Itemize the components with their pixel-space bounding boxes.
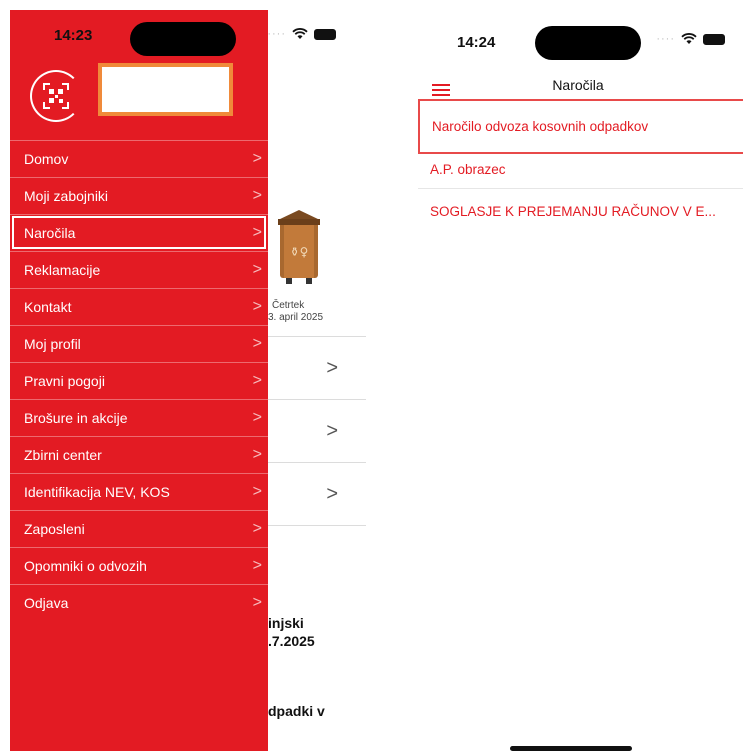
waste-bin-icon: ⚱♀ bbox=[278, 210, 320, 284]
side-drawer: 14:23 Domov > Moji zabojniki > Naročila > Rekl… bbox=[10, 10, 268, 751]
list-item-ap-obrazec[interactable]: A.P. obrazec bbox=[418, 151, 743, 189]
chevron-right-icon: > bbox=[252, 446, 262, 463]
list-item-soglasje[interactable]: SOGLASJE K PREJEMANJU RAČUNOV V E... bbox=[418, 193, 743, 231]
chevron-right-icon: > bbox=[252, 557, 262, 574]
bg-list-row[interactable]: > bbox=[268, 462, 366, 526]
menu-item-brosure[interactable]: Brošure in akcije > bbox=[10, 399, 268, 436]
chevron-right-icon: > bbox=[252, 520, 262, 537]
drawer-menu: Domov > Moji zabojniki > Naročila > Reklamacij… bbox=[10, 140, 268, 621]
menu-item-label: Zaposleni bbox=[24, 521, 85, 537]
chevron-right-icon: > bbox=[252, 372, 262, 389]
status-time: 14:23 bbox=[54, 27, 93, 44]
menu-item-zbirni-center[interactable]: Zbirni center > bbox=[10, 436, 268, 473]
chevron-right-icon: > bbox=[252, 298, 262, 315]
chevron-right-icon: > bbox=[326, 483, 338, 505]
bg-list-row[interactable]: > bbox=[268, 336, 366, 400]
wifi-icon bbox=[681, 33, 697, 44]
menu-item-label: Moji zabojniki bbox=[24, 188, 109, 204]
menu-item-opomniki[interactable]: Opomniki o odvozih > bbox=[10, 547, 268, 584]
chevron-right-icon: > bbox=[252, 261, 262, 278]
menu-item-reklamacije[interactable]: Reklamacije > bbox=[10, 251, 268, 288]
menu-item-label: Opomniki o odvozih bbox=[24, 558, 147, 574]
menu-item-label: Moj profil bbox=[24, 336, 81, 352]
dynamic-island bbox=[535, 26, 641, 60]
menu-item-label: Identifikacija NEV, KOS bbox=[24, 484, 170, 500]
status-icons: ···· bbox=[267, 28, 336, 40]
bg-heading-1: injski .7.2025 bbox=[268, 614, 315, 650]
chevron-right-icon: > bbox=[252, 224, 262, 241]
menu-item-label: Pravni pogoji bbox=[24, 373, 105, 389]
menu-item-label: Reklamacije bbox=[24, 262, 101, 278]
user-header-box bbox=[98, 63, 233, 116]
battery-icon bbox=[314, 28, 336, 40]
signal-icon: ···· bbox=[267, 28, 286, 40]
left-screen: ···· ⚱♀ Četrtek 3. april 2025 > > > injs… bbox=[10, 10, 366, 751]
menu-item-label: Brošure in akcije bbox=[24, 410, 128, 426]
chevron-right-icon: > bbox=[252, 594, 262, 611]
chevron-right-icon: > bbox=[326, 357, 338, 379]
menu-item-label: Domov bbox=[24, 151, 69, 167]
page-title: Naročila bbox=[552, 77, 604, 93]
list-item-narocilo-odvoza[interactable]: Naročilo odvoza kosovnih odpadkov bbox=[418, 99, 743, 154]
menu-item-pravni-pogoji[interactable]: Pravni pogoji > bbox=[10, 362, 268, 399]
menu-item-kontakt[interactable]: Kontakt > bbox=[10, 288, 268, 325]
bg-heading-1-line2: .7.2025 bbox=[268, 633, 315, 649]
menu-item-odjava[interactable]: Odjava > bbox=[10, 584, 268, 621]
chevron-right-icon: > bbox=[252, 483, 262, 500]
wifi-icon bbox=[292, 28, 308, 39]
signal-icon: ···· bbox=[656, 33, 675, 45]
status-icons: ···· bbox=[656, 33, 725, 45]
chevron-right-icon: > bbox=[252, 409, 262, 426]
divider bbox=[268, 525, 366, 526]
right-screen: 14:24 ···· Naročila Naročilo odvoza koso… bbox=[413, 10, 743, 751]
bin-date: 3. april 2025 bbox=[268, 312, 324, 323]
chevron-right-icon: > bbox=[252, 187, 262, 204]
menu-item-narocila[interactable]: Naročila > bbox=[10, 214, 268, 251]
chevron-right-icon: > bbox=[326, 420, 338, 442]
chevron-right-icon: > bbox=[252, 150, 262, 167]
bin-date-caption: Četrtek 3. april 2025 bbox=[268, 300, 323, 324]
status-time: 14:24 bbox=[457, 34, 496, 51]
menu-item-label: Zbirni center bbox=[24, 447, 102, 463]
menu-item-zaposleni[interactable]: Zaposleni > bbox=[10, 510, 268, 547]
home-indicator bbox=[510, 746, 632, 751]
menu-item-identifikacija[interactable]: Identifikacija NEV, KOS > bbox=[10, 473, 268, 510]
svg-text:⚱♀: ⚱♀ bbox=[290, 245, 309, 259]
bg-list-row[interactable]: > bbox=[268, 399, 366, 463]
menu-item-label: Odjava bbox=[24, 595, 69, 611]
menu-item-domov[interactable]: Domov > bbox=[10, 140, 268, 177]
bg-heading-1-line1: injski bbox=[268, 615, 304, 631]
menu-item-moj-profil[interactable]: Moj profil > bbox=[10, 325, 268, 362]
menu-item-moji-zabojniki[interactable]: Moji zabojniki > bbox=[10, 177, 268, 214]
qr-scan-logo-icon[interactable] bbox=[30, 70, 82, 122]
menu-item-label: Kontakt bbox=[24, 299, 72, 315]
battery-icon bbox=[703, 33, 725, 45]
bin-day: Četrtek bbox=[272, 300, 305, 311]
menu-item-label: Naročila bbox=[24, 225, 76, 241]
dynamic-island bbox=[130, 22, 236, 56]
bg-heading-2: dpadki v bbox=[268, 703, 325, 719]
qr-code-icon bbox=[43, 83, 69, 109]
chevron-right-icon: > bbox=[252, 335, 262, 352]
